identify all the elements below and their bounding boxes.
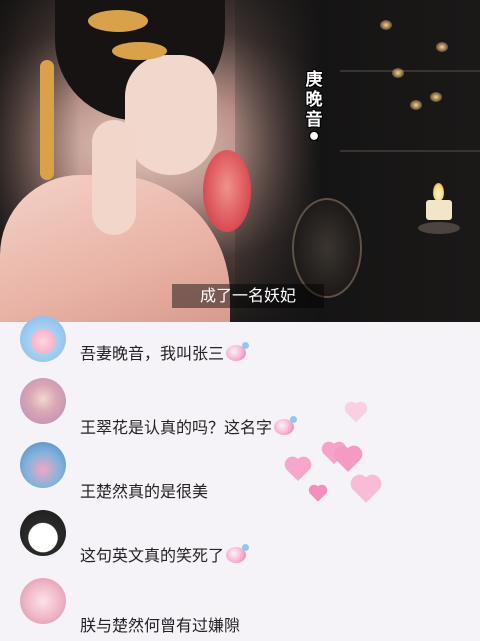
video-title-overlay: 庚 晚 音 • (300, 70, 328, 150)
comment-feed[interactable]: 吾妻晚音，我叫张三 王翠花是认真的吗？这名字 王楚然真的是很美 这句英文真的笑死… (0, 316, 480, 641)
candle (426, 200, 452, 220)
hair-ornament (112, 42, 167, 60)
comment-row[interactable]: 吾妻晚音，我叫张三 (0, 316, 480, 376)
title-dot: • (306, 125, 322, 150)
avatar[interactable] (20, 578, 66, 624)
comment-message: 王翠花是认真的吗？这名字 (80, 418, 273, 437)
comment-text: 吾妻晚音，我叫张三 (80, 340, 250, 364)
avatar[interactable] (20, 378, 66, 424)
comment-row[interactable]: 王翠花是认真的吗？这名字 (0, 378, 480, 438)
comment-text: 朕与楚然何曾有过嫌隙 (80, 616, 241, 635)
avatar[interactable] (20, 316, 66, 362)
shy-face-emoji-icon (226, 544, 250, 563)
comment-text: 这句英文真的笑死了 (80, 542, 250, 566)
hair-ornament (88, 10, 148, 32)
lamp-light (380, 20, 392, 30)
comment-row[interactable]: 王楚然真的是很美 (0, 442, 480, 502)
candle-flame (433, 183, 444, 201)
comment-message: 吾妻晚音，我叫张三 (80, 344, 225, 363)
video-subtitle: 成了一名妖妃 (172, 284, 324, 308)
character-hand (92, 120, 136, 235)
comment-message: 这句英文真的笑死了 (80, 546, 225, 565)
lamp-light (410, 100, 422, 110)
lamp-light (436, 42, 448, 52)
comment-row[interactable]: 这句英文真的笑死了 (0, 510, 480, 570)
shy-face-emoji-icon (274, 416, 298, 435)
avatar[interactable] (20, 442, 66, 488)
video-title-text: 庚 晚 音 (305, 70, 323, 130)
video-player[interactable]: 庚 晚 音 • 成了一名妖妃 (0, 0, 480, 322)
comment-text: 王翠花是认真的吗？这名字 (80, 414, 298, 438)
hand-mirror (203, 150, 251, 232)
shelf-line (340, 150, 480, 152)
lamp-light (430, 92, 442, 102)
avatar[interactable] (20, 510, 66, 556)
round-fan (292, 198, 362, 298)
comment-row[interactable]: 朕与楚然何曾有过嫌隙 (0, 578, 480, 638)
comment-text: 王楚然真的是很美 (80, 482, 209, 501)
candle-stand (418, 222, 460, 234)
hair-tassel (40, 60, 54, 180)
shy-face-emoji-icon (226, 342, 250, 361)
shelf-line (340, 70, 480, 72)
character-face (125, 55, 217, 175)
lamp-light (392, 68, 404, 78)
